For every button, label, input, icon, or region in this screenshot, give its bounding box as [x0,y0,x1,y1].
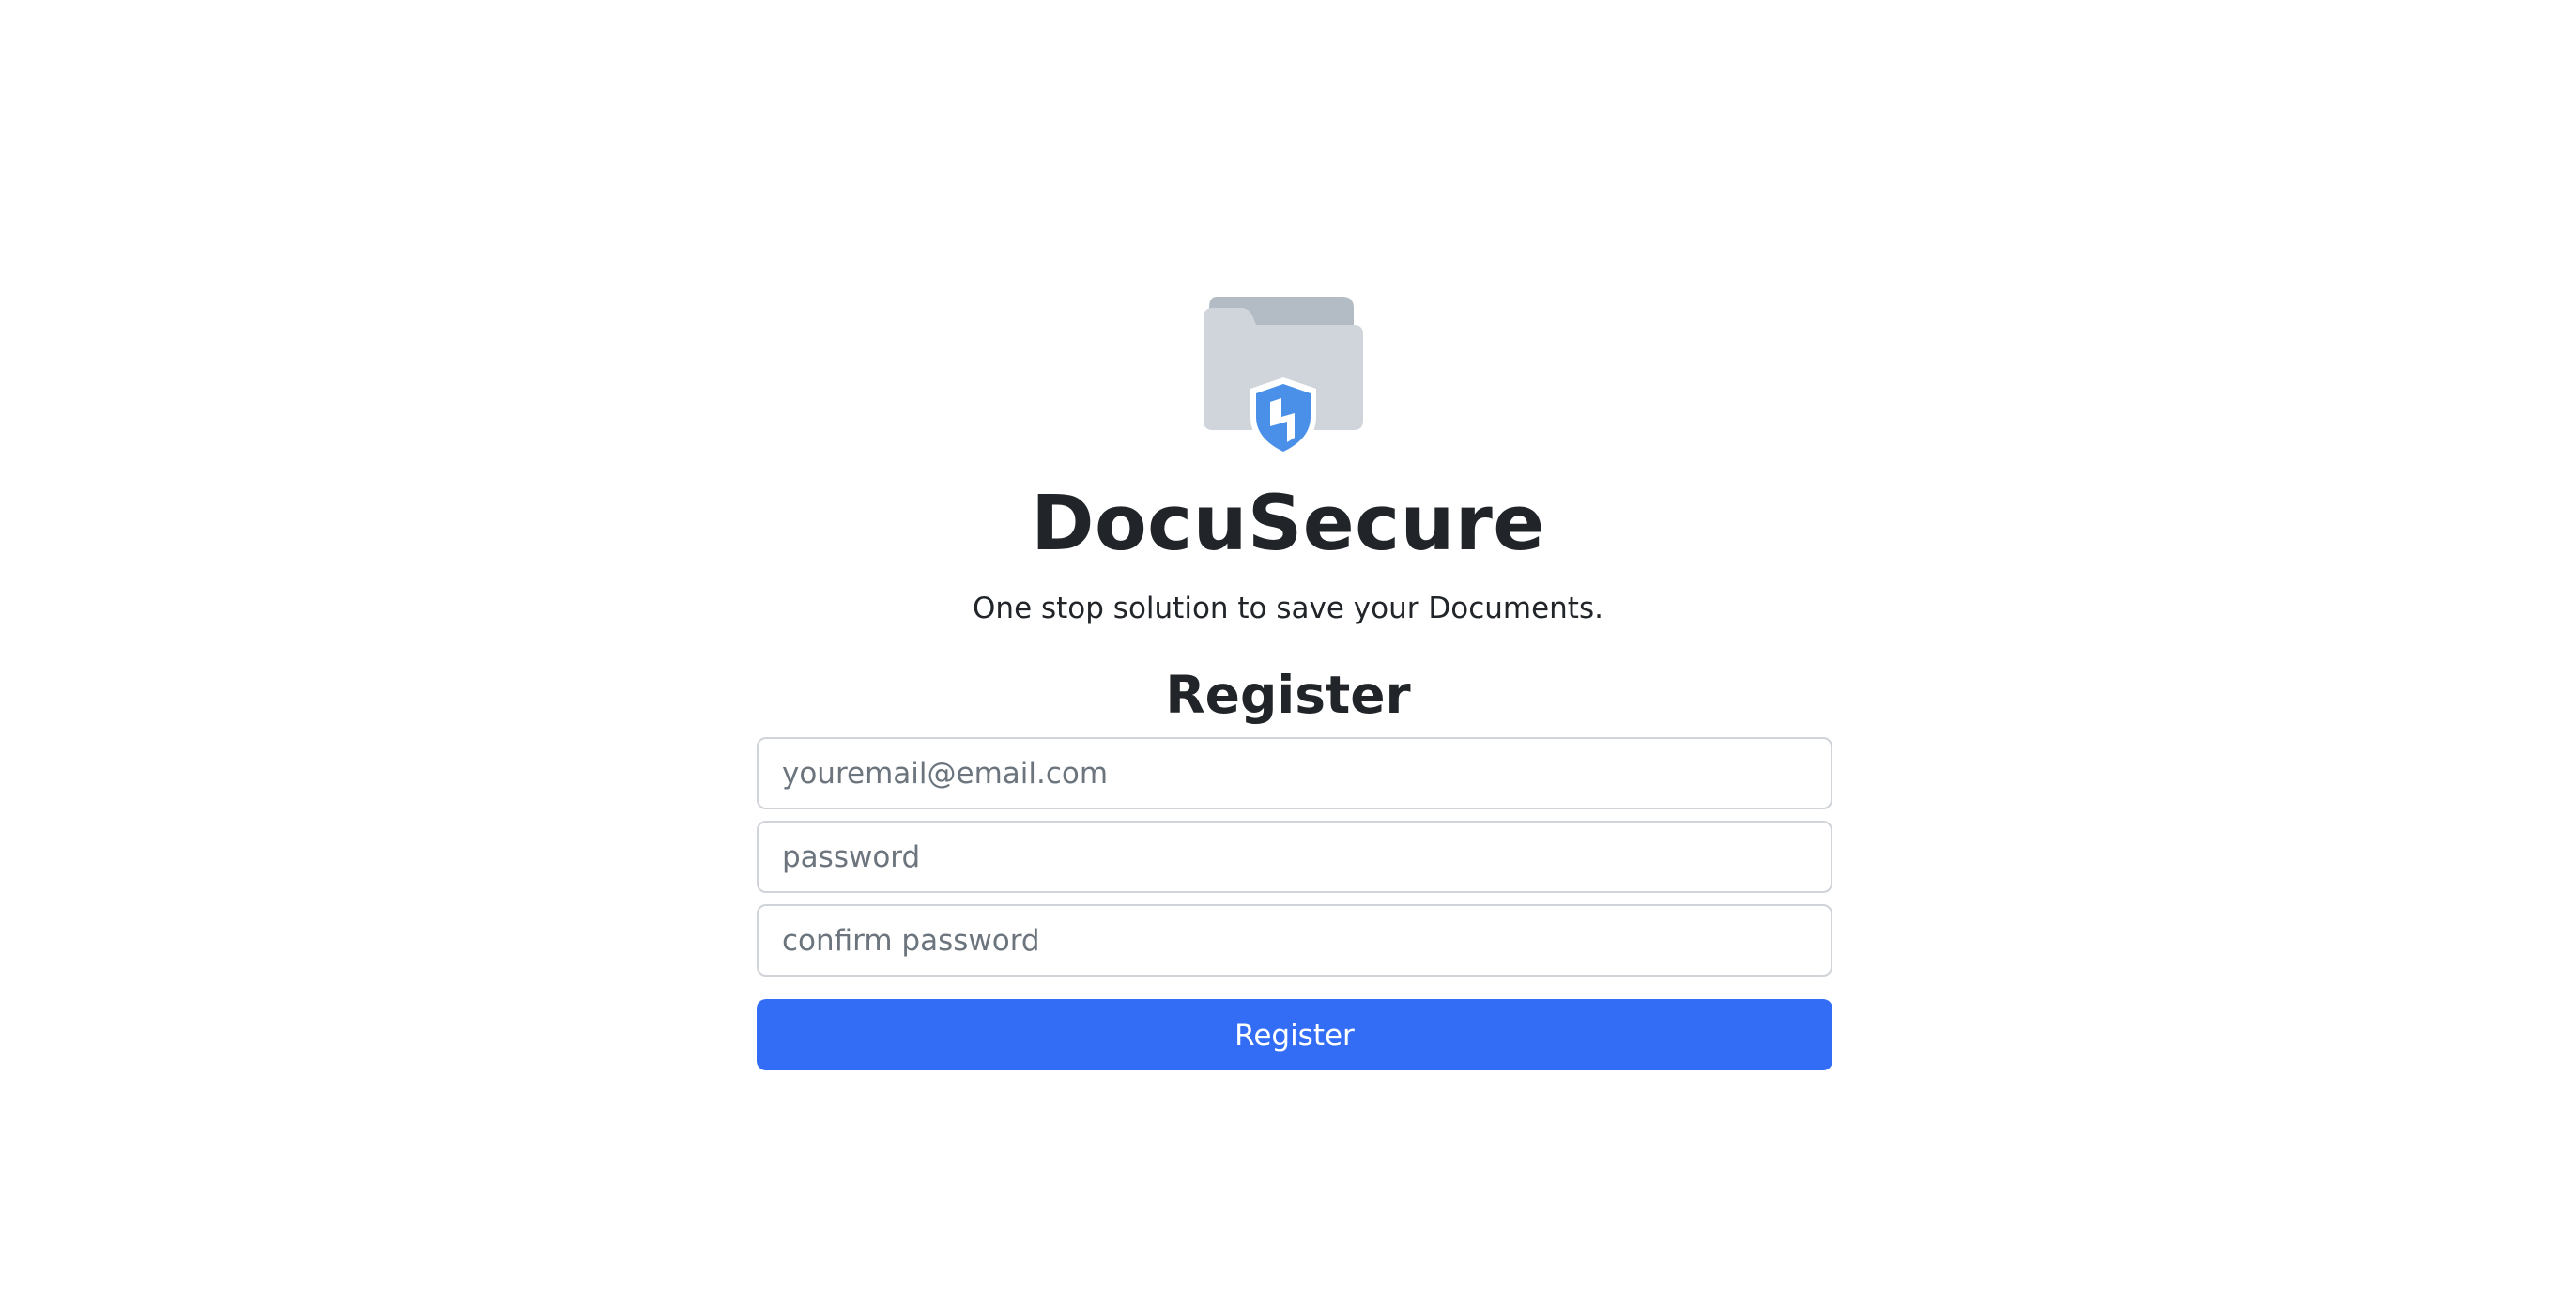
register-button[interactable]: Register [757,999,1832,1070]
password-input[interactable] [757,821,1832,893]
register-form: Register [757,737,1832,1070]
secure-folder-icon [1204,297,1363,458]
confirm-password-input[interactable] [757,904,1832,977]
register-heading: Register [1165,665,1411,725]
email-input[interactable] [757,737,1832,809]
app-tagline: One stop solution to save your Documents… [973,592,1603,625]
app-title: DocuSecure [1031,480,1545,568]
register-page: DocuSecure One stop solution to save you… [0,0,2576,1308]
